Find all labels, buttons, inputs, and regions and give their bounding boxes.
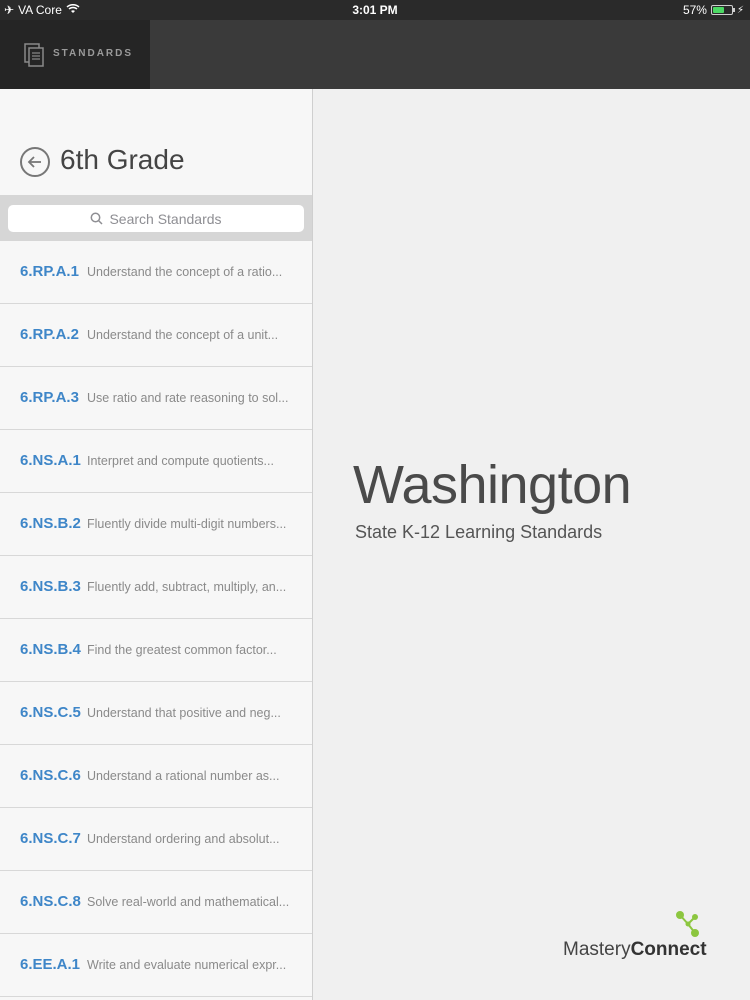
charging-icon: ⚡: [736, 4, 744, 16]
standard-code: 6.NS.B.2: [20, 515, 81, 532]
standard-description: Understand a rational number as...: [87, 769, 280, 783]
state-subtitle: State K-12 Learning Standards: [355, 522, 603, 542]
search-bar-container: Search Standards: [0, 195, 312, 241]
list-item[interactable]: 6.NS.C.8 Solve real-world and mathematica…: [0, 871, 312, 934]
list-item[interactable]: 6.NS.C.6 Understand a rational number as.…: [0, 745, 312, 808]
standard-code: 6.NS.C.8: [20, 893, 81, 910]
grade-header: 6th Grade: [0, 89, 312, 195]
logo-mark-icon: [676, 911, 699, 937]
battery-icon: [710, 5, 735, 15]
standard-description: Understand the concept of a ratio...: [87, 265, 283, 279]
list-item[interactable]: 6.NS.C.5 Understand that positive and neg…: [0, 682, 312, 745]
search-placeholder: Search Standards: [109, 210, 222, 227]
list-item[interactable]: 6.NS.C.7 Understand ordering and absolut.…: [0, 808, 312, 871]
battery-percent: 57%: [682, 3, 707, 17]
tab-standards[interactable]: STANDARDS: [0, 20, 150, 89]
status-right: 57% ⚡: [683, 3, 744, 17]
standard-code: 6.RP.A.3: [20, 389, 79, 406]
search-icon: [91, 212, 103, 225]
standard-description: Find the greatest common factor...: [87, 643, 277, 657]
list-item[interactable]: 6.RP.A.1 Understand the concept of a rati…: [0, 241, 312, 304]
main-panel: Washington State K-12 Learning Standards…: [313, 89, 750, 1000]
standard-code: 6.EE.A.1: [20, 956, 81, 973]
top-navigation: STANDARDS: [0, 20, 750, 89]
search-input[interactable]: Search Standards: [8, 205, 304, 232]
standard-description: Interpret and compute quotients...: [87, 454, 274, 468]
standard-code: 6.RP.A.1: [20, 263, 79, 280]
standard-code: 6.NS.B.4: [20, 641, 81, 658]
status-time: 3:01 PM: [352, 3, 398, 17]
standards-list: 6.RP.A.1 Understand the concept of a rati…: [0, 241, 312, 997]
list-item[interactable]: 6.EE.A.1 Write and evaluate numerical exp…: [0, 934, 312, 997]
documents-icon: [24, 43, 46, 67]
standard-description: Use ratio and rate reasoning to sol...: [87, 391, 289, 405]
state-title: Washington: [353, 455, 632, 515]
standard-description: Write and evaluate numerical expr...: [87, 958, 287, 972]
list-item[interactable]: 6.RP.A.2 Understand the concept of a unit…: [0, 304, 312, 367]
standard-code: 6.NS.C.5: [20, 704, 81, 721]
list-item[interactable]: 6.NS.B.4 Find the greatest common factor.…: [0, 619, 312, 682]
standards-sidebar: 6th Grade Search Standards 6.RP.A.1 Under…: [0, 89, 313, 1000]
grade-title: 6th Grade: [60, 144, 185, 175]
standard-description: Solve real-world and mathematical...: [87, 895, 290, 909]
back-button[interactable]: [20, 147, 50, 177]
standard-code: 6.NS.C.7: [20, 830, 81, 847]
standard-code: 6.NS.B.3: [20, 578, 81, 595]
standard-description: Understand the concept of a unit...: [87, 328, 279, 342]
list-item[interactable]: 6.NS.B.2 Fluently divide multi-digit numb…: [0, 493, 312, 556]
standard-description: Understand ordering and absolut...: [87, 832, 280, 846]
standard-description: Fluently add, subtract, multiply, an...: [87, 580, 287, 594]
standard-code: 6.NS.C.6: [20, 767, 81, 784]
list-item[interactable]: 6.NS.A.1 Interpret and compute quotients.…: [0, 430, 312, 493]
standard-description: Fluently divide multi-digit numbers...: [87, 517, 287, 531]
standard-description: Understand that positive and neg...: [87, 706, 281, 720]
status-bar: ✈︎ VA Core 3:01 PM 57% ⚡: [0, 0, 750, 20]
arrow-left-icon: [27, 156, 41, 168]
list-item[interactable]: 6.NS.B.3 Fluently add, subtract, multiply…: [0, 556, 312, 619]
masteryconnect-logo: MasteryConnect: [563, 909, 743, 969]
standard-code: 6.NS.A.1: [20, 452, 81, 469]
tab-standards-label: STANDARDS: [53, 48, 134, 59]
standard-code: 6.RP.A.2: [20, 326, 79, 343]
list-item[interactable]: 6.RP.A.3 Use ratio and rate reasoning to …: [0, 367, 312, 430]
logo-text: MasteryConnect: [563, 939, 707, 960]
